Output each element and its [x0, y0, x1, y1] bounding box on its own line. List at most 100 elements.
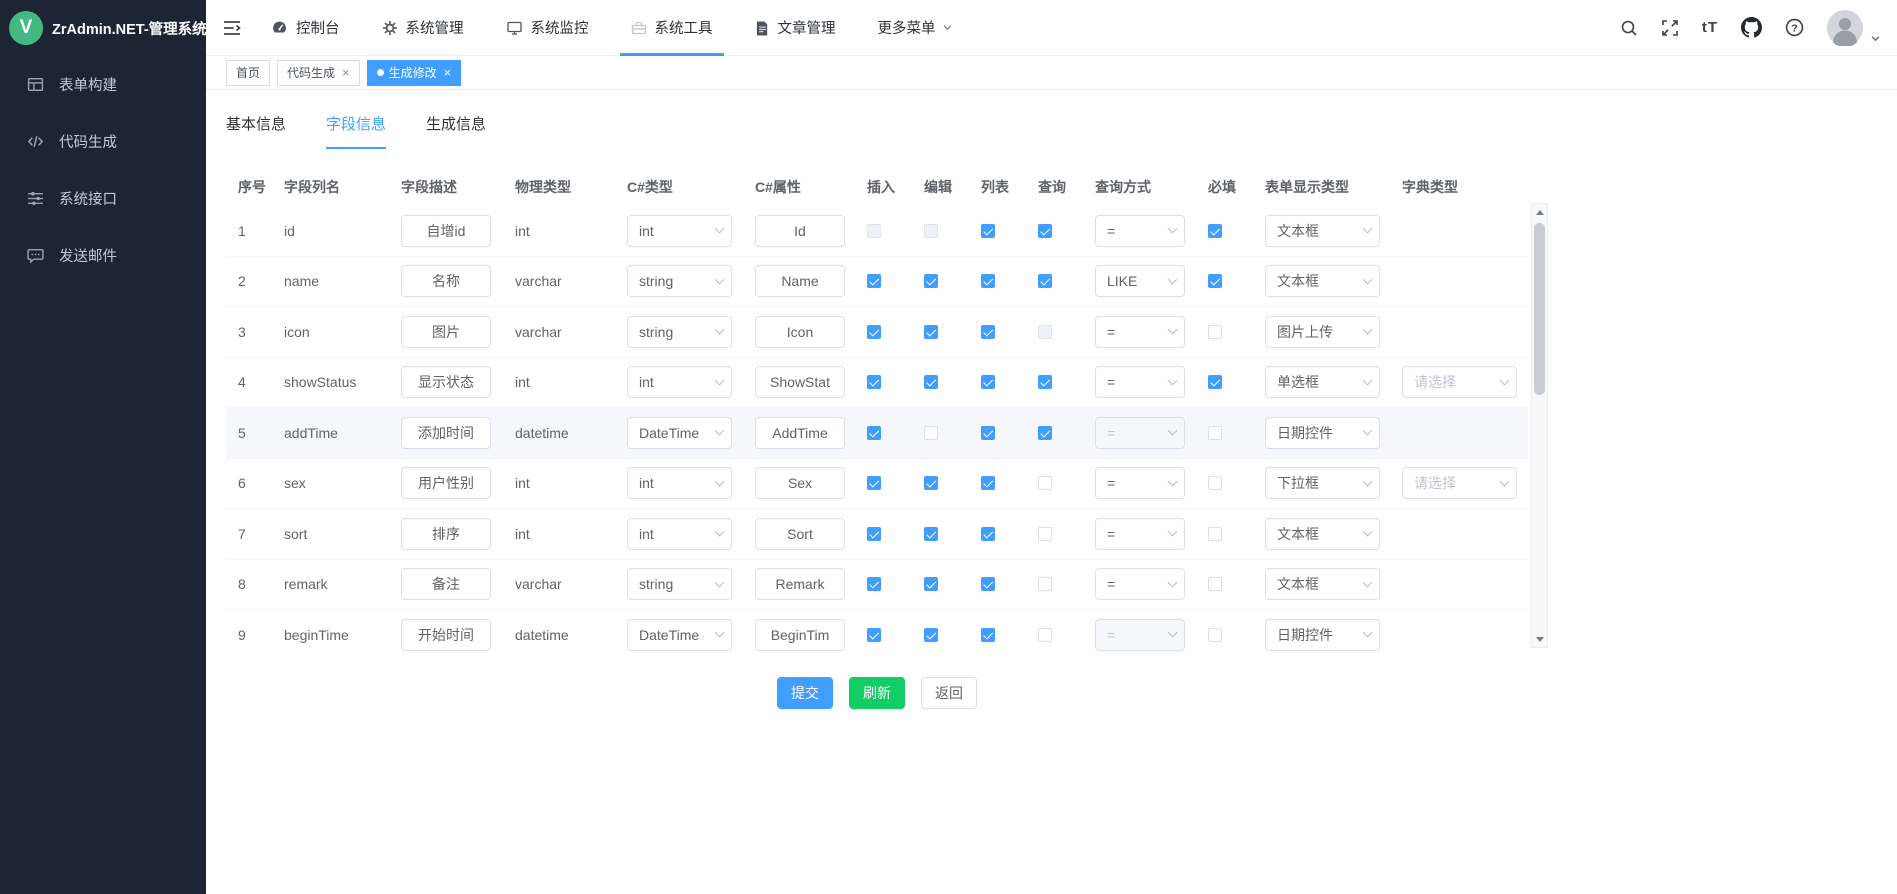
close-icon[interactable]: ×	[444, 66, 452, 79]
github-icon[interactable]	[1741, 17, 1762, 38]
required-checkbox[interactable]	[1208, 577, 1222, 591]
scrollbar-down-icon[interactable]	[1532, 631, 1547, 647]
csharp-type-select[interactable]: string	[627, 568, 732, 600]
query-method-select[interactable]: =	[1095, 316, 1185, 348]
list-checkbox[interactable]	[981, 426, 995, 440]
dict-type-select[interactable]: 请选择	[1402, 366, 1517, 398]
csharp-type-select[interactable]: DateTime	[627, 417, 732, 449]
sidebar-item-3[interactable]: 发送邮件	[0, 227, 206, 284]
list-checkbox[interactable]	[981, 577, 995, 591]
query-checkbox[interactable]	[1038, 476, 1052, 490]
fullscreen-icon[interactable]	[1661, 19, 1679, 37]
csharp-type-select[interactable]: int	[627, 366, 732, 398]
dict-type-select[interactable]: 请选择	[1402, 467, 1517, 499]
display-type-select[interactable]: 文本框	[1265, 265, 1380, 297]
csharp-prop-input[interactable]	[755, 366, 845, 398]
display-type-select[interactable]: 图片上传	[1265, 316, 1380, 348]
topnav-item-0[interactable]: 控制台	[250, 0, 361, 55]
sidebar-item-0[interactable]: 表单构建	[0, 56, 206, 113]
field-desc-input[interactable]	[401, 316, 491, 348]
list-checkbox[interactable]	[981, 224, 995, 238]
required-checkbox[interactable]	[1208, 224, 1222, 238]
display-type-select[interactable]: 下拉框	[1265, 467, 1380, 499]
field-desc-input[interactable]	[401, 467, 491, 499]
required-checkbox[interactable]	[1208, 476, 1222, 490]
avatar-caret-icon[interactable]	[1870, 33, 1881, 44]
edit-checkbox[interactable]	[924, 628, 938, 642]
query-method-select[interactable]: =	[1095, 568, 1185, 600]
required-checkbox[interactable]	[1208, 628, 1222, 642]
field-desc-input[interactable]	[401, 366, 491, 398]
field-desc-input[interactable]	[401, 417, 491, 449]
scrollbar-up-icon[interactable]	[1532, 204, 1547, 220]
query-checkbox[interactable]	[1038, 426, 1052, 440]
search-icon[interactable]	[1620, 19, 1638, 37]
required-checkbox[interactable]	[1208, 527, 1222, 541]
query-checkbox[interactable]	[1038, 577, 1052, 591]
list-checkbox[interactable]	[981, 527, 995, 541]
csharp-prop-input[interactable]	[755, 619, 845, 651]
back-button[interactable]: 返回	[921, 677, 977, 709]
insert-checkbox[interactable]	[867, 325, 881, 339]
edit-checkbox[interactable]	[924, 325, 938, 339]
close-icon[interactable]: ×	[342, 66, 350, 79]
field-desc-input[interactable]	[401, 215, 491, 247]
display-type-select[interactable]: 日期控件	[1265, 619, 1380, 651]
csharp-prop-input[interactable]	[755, 215, 845, 247]
query-method-select[interactable]: =	[1095, 467, 1185, 499]
query-method-select[interactable]: =	[1095, 619, 1185, 651]
content-tab-0[interactable]: 基本信息	[226, 113, 286, 149]
field-desc-input[interactable]	[401, 518, 491, 550]
list-checkbox[interactable]	[981, 375, 995, 389]
csharp-type-select[interactable]: int	[627, 518, 732, 550]
edit-checkbox[interactable]	[924, 577, 938, 591]
query-method-select[interactable]: =	[1095, 366, 1185, 398]
topnav-item-5[interactable]: 更多菜单	[857, 0, 974, 55]
edit-checkbox[interactable]	[924, 527, 938, 541]
help-icon[interactable]: ?	[1785, 18, 1804, 37]
insert-checkbox[interactable]	[867, 274, 881, 288]
csharp-type-select[interactable]: int	[627, 215, 732, 247]
tag-2[interactable]: 生成修改×	[367, 60, 462, 86]
csharp-type-select[interactable]: DateTime	[627, 619, 732, 651]
field-desc-input[interactable]	[401, 619, 491, 651]
insert-checkbox[interactable]	[867, 426, 881, 440]
field-desc-input[interactable]	[401, 568, 491, 600]
insert-checkbox[interactable]	[867, 628, 881, 642]
field-desc-input[interactable]	[401, 265, 491, 297]
topnav-item-4[interactable]: 文章管理	[734, 0, 857, 55]
display-type-select[interactable]: 文本框	[1265, 568, 1380, 600]
required-checkbox[interactable]	[1208, 274, 1222, 288]
csharp-type-select[interactable]: string	[627, 316, 732, 348]
display-type-select[interactable]: 文本框	[1265, 518, 1380, 550]
csharp-prop-input[interactable]	[755, 417, 845, 449]
edit-checkbox[interactable]	[924, 274, 938, 288]
avatar[interactable]	[1827, 10, 1863, 46]
menu-collapse-icon[interactable]	[222, 19, 242, 37]
list-checkbox[interactable]	[981, 476, 995, 490]
tag-0[interactable]: 首页	[226, 60, 270, 86]
topnav-item-2[interactable]: 系统监控	[485, 0, 610, 55]
list-checkbox[interactable]	[981, 628, 995, 642]
csharp-type-select[interactable]: string	[627, 265, 732, 297]
scrollbar-thumb[interactable]	[1534, 223, 1545, 395]
query-checkbox[interactable]	[1038, 224, 1052, 238]
sidebar-item-2[interactable]: 系统接口	[0, 170, 206, 227]
csharp-prop-input[interactable]	[755, 518, 845, 550]
required-checkbox[interactable]	[1208, 325, 1222, 339]
query-method-select[interactable]: =	[1095, 518, 1185, 550]
csharp-prop-input[interactable]	[755, 265, 845, 297]
insert-checkbox[interactable]	[867, 375, 881, 389]
edit-checkbox[interactable]	[924, 426, 938, 440]
tag-1[interactable]: 代码生成×	[277, 60, 360, 86]
csharp-type-select[interactable]: int	[627, 467, 732, 499]
topnav-item-1[interactable]: 系统管理	[361, 0, 485, 55]
insert-checkbox[interactable]	[867, 527, 881, 541]
required-checkbox[interactable]	[1208, 426, 1222, 440]
csharp-prop-input[interactable]	[755, 568, 845, 600]
display-type-select[interactable]: 文本框	[1265, 215, 1380, 247]
csharp-prop-input[interactable]	[755, 316, 845, 348]
topnav-item-3[interactable]: 系统工具	[610, 0, 734, 55]
refresh-button[interactable]: 刷新	[849, 677, 905, 709]
required-checkbox[interactable]	[1208, 375, 1222, 389]
